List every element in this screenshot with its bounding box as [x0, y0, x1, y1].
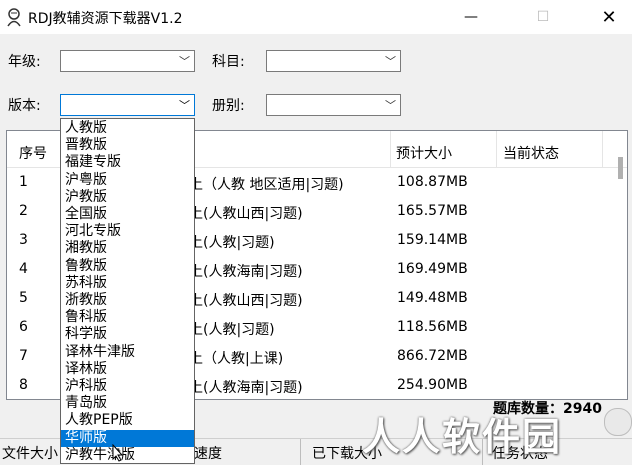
app-icon — [7, 8, 21, 27]
row-size: 165.57MB — [397, 203, 468, 219]
edition-dropdown-list[interactable]: 人教版 晋教版 福建专版 沪粤版 沪教版 全国版 河北专版 湘教版 鲁教版 苏科版 浙教版 鲁科版 科学… — [60, 118, 195, 464]
volume-select[interactable]: ﹀ — [266, 94, 401, 116]
dropdown-option[interactable]: 鲁科版 — [61, 309, 194, 326]
row-size: 108.87MB — [397, 174, 468, 190]
watermark-logo-icon — [604, 408, 632, 436]
edition-select[interactable]: ﹀ — [60, 94, 195, 116]
row-name: 上(人教山西|习题) — [189, 293, 303, 309]
row-name: 上（人教 地区适用|习题) — [189, 177, 344, 193]
dropdown-option[interactable]: 苏科版 — [61, 275, 194, 292]
grade-select[interactable]: ﹀ — [60, 50, 195, 72]
dropdown-option[interactable]: 沪教牛津版 — [61, 447, 194, 463]
status-speed: 速度 — [194, 446, 222, 462]
edition-label: 版本: — [8, 98, 41, 114]
dropdown-option[interactable]: 译林版 — [61, 361, 194, 378]
subject-select[interactable]: ﹀ — [266, 50, 401, 72]
row-name: 上(人教海南|习题) — [189, 264, 303, 280]
dropdown-option[interactable]: 译林牛津版 — [61, 344, 194, 361]
dropdown-option[interactable]: 鲁教版 — [61, 258, 194, 275]
row-number: 2 — [19, 203, 28, 219]
row-size: 149.48MB — [397, 290, 468, 306]
chevron-down-icon: ﹀ — [385, 99, 396, 112]
row-name: 上(人教|习题) — [189, 322, 275, 338]
status-file-size: 文件大小 — [2, 446, 58, 462]
dropdown-option[interactable]: 全国版 — [61, 206, 194, 223]
dropdown-option[interactable]: 沪教版 — [61, 189, 194, 206]
dropdown-option[interactable]: 人教PEP版 — [61, 412, 194, 429]
dropdown-option[interactable]: 浙教版 — [61, 292, 194, 309]
maximize-icon: ☐ — [536, 9, 550, 25]
chevron-down-icon: ﹀ — [179, 55, 190, 68]
dropdown-option[interactable]: 沪科版 — [61, 378, 194, 395]
minimize-button[interactable]: — — [448, 0, 494, 34]
column-header-status[interactable]: 当前状态 — [497, 131, 603, 167]
dropdown-option[interactable]: 人教版 — [61, 120, 194, 137]
column-header-size[interactable]: 预计大小 — [391, 131, 497, 167]
minimize-icon: — — [464, 9, 478, 25]
row-number: 7 — [19, 348, 28, 364]
row-size: 159.14MB — [397, 232, 468, 248]
chevron-down-icon: ﹀ — [179, 99, 190, 112]
row-size: 118.56MB — [397, 319, 468, 335]
row-size: 169.49MB — [397, 261, 468, 277]
dropdown-option[interactable]: 科学版 — [61, 326, 194, 343]
volume-label: 册别: — [212, 98, 245, 114]
column-header-no[interactable]: 序号 — [7, 131, 65, 167]
grade-label: 年级: — [8, 54, 41, 70]
row-size: 254.90MB — [397, 377, 468, 393]
chevron-down-icon: ﹀ — [385, 55, 396, 68]
dropdown-option[interactable]: 河北专版 — [61, 223, 194, 240]
watermark-text: 人人软件园 — [362, 415, 563, 459]
row-size: 866.72MB — [397, 348, 468, 364]
dropdown-option[interactable]: 青岛版 — [61, 395, 194, 412]
subject-label: 科目: — [212, 54, 245, 70]
dropdown-option[interactable]: 沪粤版 — [61, 172, 194, 189]
row-number: 3 — [19, 232, 28, 248]
maximize-button[interactable]: ☐ — [520, 0, 566, 34]
row-number: 4 — [19, 261, 28, 277]
row-name: 上(人教海南|习题) — [189, 380, 303, 396]
list-scrollbar[interactable] — [615, 131, 627, 399]
dropdown-option[interactable]: 华师版 — [61, 429, 194, 447]
row-number: 6 — [19, 319, 28, 335]
mouse-cursor-icon — [112, 444, 124, 462]
row-number: 5 — [19, 290, 28, 306]
scrollbar-thumb[interactable] — [618, 157, 623, 179]
window-title: RDJ教辅资源下载器V1.2 — [28, 11, 183, 27]
close-icon: ✕ — [601, 6, 617, 28]
row-name: 上(人教山西|习题) — [189, 206, 303, 222]
status-separator — [300, 439, 301, 465]
close-button[interactable]: ✕ — [586, 0, 632, 34]
row-name: 上(人教|习题) — [189, 235, 275, 251]
dropdown-option[interactable]: 湘教版 — [61, 240, 194, 257]
dropdown-option[interactable]: 晋教版 — [61, 137, 194, 154]
row-number: 8 — [19, 377, 28, 393]
row-number: 1 — [19, 174, 28, 190]
title-bar: RDJ教辅资源下载器V1.2 — ☐ ✕ — [0, 0, 632, 34]
dropdown-option[interactable]: 福建专版 — [61, 154, 194, 171]
row-name: 上（人教|上课) — [189, 351, 284, 367]
